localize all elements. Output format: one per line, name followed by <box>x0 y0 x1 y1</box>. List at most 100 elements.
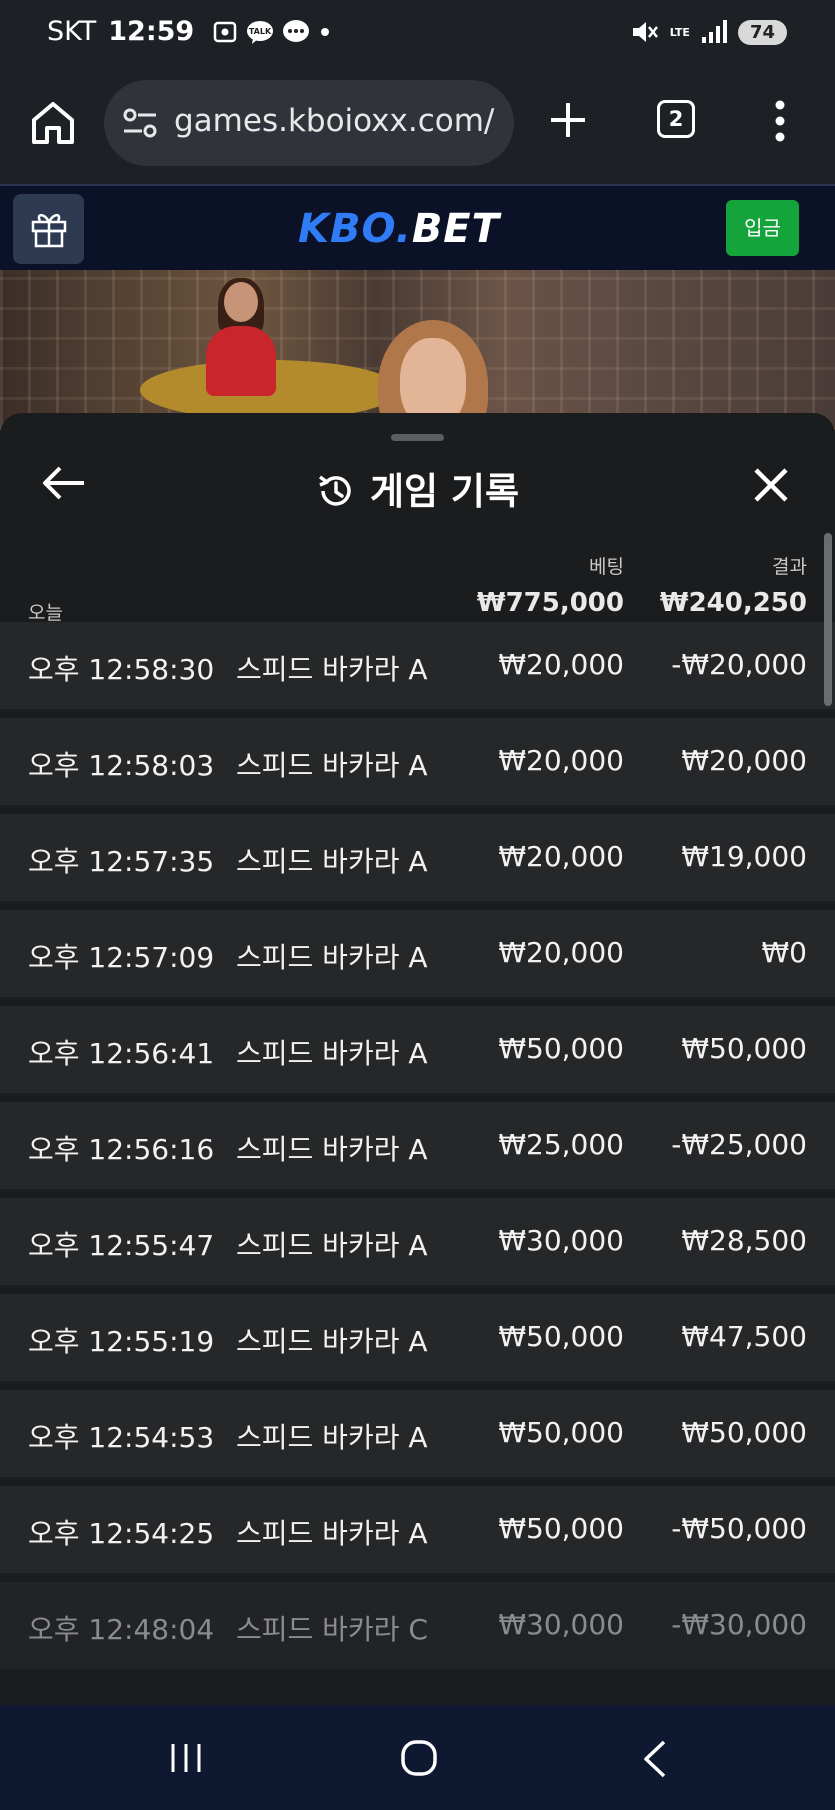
row-bet: ₩50,000 <box>498 1320 624 1353</box>
gift-button[interactable] <box>13 194 84 264</box>
history-list: 오후 12:58:30 스피드 바카라 A ₩20,000 -₩20,000 오후 1… <box>0 622 835 1678</box>
bet-column-header: 베팅 <box>589 556 624 578</box>
total-bet-value: ₩775,000 <box>476 588 624 618</box>
row-result: ₩20,000 <box>681 744 807 777</box>
row-result: -₩20,000 <box>671 648 807 681</box>
more-notifications-dot-icon <box>321 27 330 36</box>
row-result: ₩0 <box>761 936 808 969</box>
row-time: 오후 12:55:47 <box>28 1229 215 1262</box>
sheet-title: 게임 기록 <box>0 461 835 515</box>
row-bet: ₩50,000 <box>498 1032 624 1065</box>
history-icon <box>318 475 351 506</box>
history-row[interactable]: 오후 12:56:41 스피드 바카라 A ₩50,000 ₩50,000 <box>0 1006 835 1093</box>
row-game: 스피드 바카라 A <box>236 845 428 878</box>
row-result: -₩50,000 <box>671 1512 807 1545</box>
history-row[interactable]: 오후 12:54:25 스피드 바카라 A ₩50,000 -₩50,000 <box>0 1486 835 1573</box>
row-game: 스피드 바카라 C <box>236 1613 428 1646</box>
list-scrollbar[interactable] <box>824 533 832 706</box>
deposit-button[interactable]: 입금 <box>726 200 799 256</box>
row-result: -₩30,000 <box>671 1608 807 1641</box>
live-video-background <box>0 270 835 430</box>
row-time: 오후 12:57:09 <box>28 941 215 974</box>
mute-icon <box>632 22 658 42</box>
address-bar[interactable]: games.kboioxx.com/ <box>104 80 514 166</box>
row-time: 오후 12:58:03 <box>28 749 215 782</box>
total-result-value: ₩240,250 <box>659 588 807 618</box>
row-bet: ₩20,000 <box>498 744 624 777</box>
more-menu-icon[interactable] <box>768 98 792 144</box>
status-bar: SKT 12:59 TALK LTE 74 <box>0 0 835 70</box>
site-logo[interactable]: KBO.BET <box>298 206 500 252</box>
row-result: ₩19,000 <box>681 840 807 873</box>
row-result: ₩50,000 <box>681 1032 807 1065</box>
row-time: 오후 12:54:25 <box>28 1517 215 1550</box>
history-row[interactable]: 오후 12:56:16 스피드 바카라 A ₩25,000 -₩25,000 <box>0 1102 835 1189</box>
site-header: KBO.BET 입금 <box>0 184 835 270</box>
message-icon <box>283 19 310 42</box>
row-time: 오후 12:55:19 <box>28 1325 215 1358</box>
history-row[interactable]: 오후 12:57:35 스피드 바카라 A ₩20,000 ₩19,000 <box>0 814 835 901</box>
history-row[interactable]: 오후 12:55:19 스피드 바카라 A ₩50,000 ₩47,500 <box>0 1294 835 1381</box>
row-time: 오후 12:48:04 <box>28 1613 215 1646</box>
history-row[interactable]: 오후 12:58:03 스피드 바카라 A ₩20,000 ₩20,000 <box>0 718 835 805</box>
screenshot-icon <box>213 21 237 42</box>
row-game: 스피드 바카라 A <box>236 1229 428 1262</box>
close-icon[interactable] <box>753 467 789 503</box>
row-game: 스피드 바카라 A <box>236 1517 428 1550</box>
signal-icon <box>701 20 727 43</box>
row-bet: ₩50,000 <box>498 1512 624 1545</box>
clock: 12:59 <box>108 16 195 47</box>
row-bet: ₩25,000 <box>498 1128 624 1161</box>
system-navigation-bar <box>0 1705 835 1810</box>
row-time: 오후 12:56:16 <box>28 1133 215 1166</box>
logo-kbo-text: KBO. <box>298 206 412 252</box>
url-text[interactable]: games.kboioxx.com/ <box>174 103 494 139</box>
game-history-sheet: 게임 기록 오늘 베팅 결과 ₩775,000 ₩240,250 오후 12:5… <box>0 413 835 1705</box>
svg-text:TALK: TALK <box>249 27 272 36</box>
status-bar-right: LTE 74 <box>630 18 787 46</box>
network-type: LTE <box>669 25 690 39</box>
row-bet: ₩30,000 <box>498 1608 624 1641</box>
sheet-drag-handle[interactable] <box>391 434 444 441</box>
gift-icon <box>31 213 67 248</box>
carrier-label: SKT <box>47 16 97 47</box>
row-result: ₩50,000 <box>681 1416 807 1449</box>
row-result: ₩47,500 <box>681 1320 807 1353</box>
row-time: 오후 12:54:53 <box>28 1421 215 1454</box>
kakaotalk-icon: TALK <box>247 20 274 44</box>
tab-switcher-button[interactable]: 2 <box>657 100 695 138</box>
video-dealer-left <box>206 278 276 396</box>
row-time: 오후 12:57:35 <box>28 845 215 878</box>
history-row[interactable]: 오후 12:55:47 스피드 바카라 A ₩30,000 ₩28,500 <box>0 1198 835 1285</box>
summary-header: 오늘 베팅 결과 ₩775,000 ₩240,250 <box>0 528 835 624</box>
result-column-header: 결과 <box>772 556 807 578</box>
row-time: 오후 12:58:30 <box>28 653 215 686</box>
row-result: ₩28,500 <box>681 1224 807 1257</box>
site-settings-icon[interactable] <box>122 106 158 140</box>
row-game: 스피드 바카라 A <box>236 653 428 686</box>
notification-icons: TALK <box>212 19 332 45</box>
history-row[interactable]: 오후 12:48:04 스피드 바카라 C ₩30,000 -₩30,000 <box>0 1582 835 1669</box>
row-game: 스피드 바카라 A <box>236 941 428 974</box>
history-row[interactable]: 오후 12:57:09 스피드 바카라 A ₩20,000 ₩0 <box>0 910 835 997</box>
history-row[interactable]: 오후 12:54:53 스피드 바카라 A ₩50,000 ₩50,000 <box>0 1390 835 1477</box>
row-bet: ₩20,000 <box>498 840 624 873</box>
logo-bet-text: BET <box>411 206 500 252</box>
system-home-icon[interactable] <box>400 1739 438 1777</box>
battery-indicator: 74 <box>737 19 787 45</box>
recent-apps-icon[interactable] <box>168 1741 204 1775</box>
row-game: 스피드 바카라 A <box>236 1421 428 1454</box>
row-result: -₩25,000 <box>671 1128 807 1161</box>
sheet-title-text: 게임 기록 <box>369 470 520 513</box>
home-icon[interactable] <box>28 98 78 148</box>
system-back-icon[interactable] <box>640 1739 668 1779</box>
row-time: 오후 12:56:41 <box>28 1037 215 1070</box>
row-bet: ₩20,000 <box>498 936 624 969</box>
history-row[interactable]: 오후 12:58:30 스피드 바카라 A ₩20,000 -₩20,000 <box>0 622 835 709</box>
row-game: 스피드 바카라 A <box>236 1133 428 1166</box>
browser-toolbar: games.kboioxx.com/ 2 <box>0 70 835 184</box>
status-bar-left: SKT 12:59 TALK <box>47 16 332 47</box>
row-game: 스피드 바카라 A <box>236 1325 428 1358</box>
new-tab-plus-icon[interactable] <box>548 100 588 140</box>
back-arrow-icon[interactable] <box>40 463 88 503</box>
